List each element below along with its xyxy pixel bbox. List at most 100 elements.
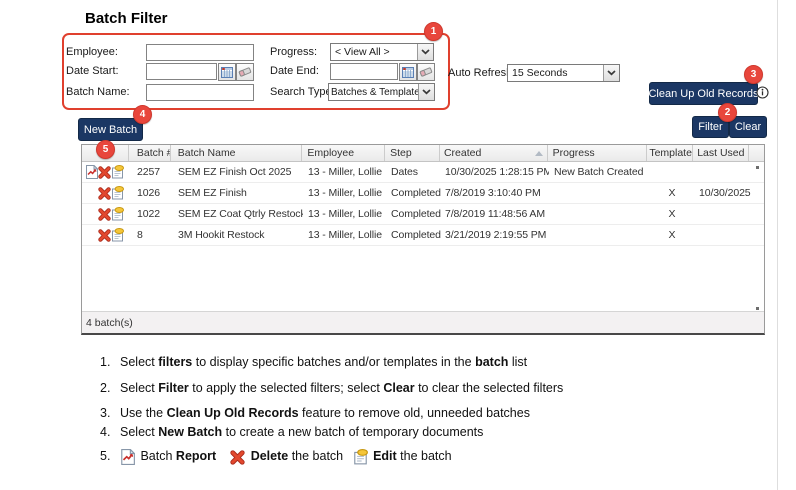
delete-icon: [230, 450, 245, 465]
auto-refresh-select-value: 15 Seconds: [508, 67, 603, 79]
date-start-eraser-icon[interactable]: [236, 63, 254, 81]
info-icon[interactable]: [756, 86, 769, 104]
column-header-step[interactable]: Step: [385, 145, 440, 161]
batch-name-label: Batch Name:: [66, 86, 130, 98]
instruction-item-2: 2.Select Filter to apply the selected fi…: [100, 381, 563, 395]
cell-batch-no: 8: [129, 229, 171, 241]
instruction-text-bold: New Batch: [158, 425, 222, 439]
edit-icon[interactable]: [111, 165, 124, 179]
chevron-down-icon[interactable]: [417, 44, 433, 60]
delete-icon[interactable]: [98, 228, 111, 242]
annotation-badge-4: 4: [133, 105, 152, 124]
progress-label: Progress:: [270, 46, 317, 58]
empty-icon-slot: [85, 228, 98, 242]
cell-step: Completed: [386, 229, 441, 241]
cell-employee: 13 - Miller, Lollie: [303, 229, 386, 241]
delete-icon[interactable]: [98, 186, 111, 200]
instruction-number: 5.: [100, 449, 120, 463]
table-row[interactable]: 1026SEM EZ Finish13 - Miller, LollieComp…: [82, 183, 764, 204]
column-header-created[interactable]: Created: [440, 145, 548, 161]
auto-refresh-select[interactable]: 15 Seconds: [507, 64, 620, 82]
search-type-label: Search Type:: [270, 86, 335, 98]
instruction-text: the batch: [288, 449, 346, 463]
employee-input[interactable]: [146, 44, 254, 61]
instruction-text-bold: Delete: [251, 449, 289, 463]
empty-icon-slot: [85, 207, 98, 221]
table-body: 2257SEM EZ Finish Oct 202513 - Miller, L…: [82, 162, 764, 246]
row-action-icons: [82, 165, 129, 179]
chevron-down-icon[interactable]: [603, 65, 619, 81]
scrollbar-strip[interactable]: [749, 145, 764, 161]
cell-created: 3/21/2019 2:19:55 PM: [441, 229, 549, 241]
instruction-text: Batch: [137, 449, 176, 463]
edit-icon: [353, 449, 368, 465]
report-icon: [120, 449, 135, 465]
cell-template: X: [649, 208, 695, 220]
date-end-calendar-icon[interactable]: [399, 63, 417, 81]
row-action-icons: [82, 186, 129, 200]
table-status-bar: 4 batch(s): [82, 311, 764, 333]
cell-batch-no: 1022: [129, 208, 171, 220]
edit-icon[interactable]: [111, 207, 124, 221]
instruction-item-4: 4.Select New Batch to create a new batch…: [100, 425, 483, 439]
table-row[interactable]: 83M Hookit Restock13 - Miller, LollieCom…: [82, 225, 764, 246]
table-row[interactable]: 2257SEM EZ Finish Oct 202513 - Miller, L…: [82, 162, 764, 183]
search-type-select[interactable]: Batches & Templates: [328, 83, 435, 101]
cell-progress: New Batch Created: [549, 166, 649, 178]
sort-ascending-icon: [535, 147, 543, 159]
instruction-text-bold: filters: [158, 355, 192, 369]
edit-icon[interactable]: [111, 186, 124, 200]
instruction-number: 4.: [100, 425, 120, 439]
clean-up-old-records-button[interactable]: Clean Up Old Records: [649, 82, 758, 105]
new-batch-button[interactable]: New Batch: [78, 118, 143, 141]
scroll-up-arrow[interactable]: [756, 166, 759, 169]
delete-icon[interactable]: [98, 165, 111, 179]
delete-icon[interactable]: [98, 207, 111, 221]
table-row[interactable]: 1022SEM EZ Coat Qtrly Restock13 - Miller…: [82, 204, 764, 225]
instruction-text: to clear the selected filters: [415, 381, 564, 395]
edit-icon[interactable]: [111, 228, 124, 242]
instruction-text: to display specific batches and/or templ…: [192, 355, 475, 369]
column-header-batch-[interactable]: Batch #: [129, 145, 171, 161]
cell-created: 7/8/2019 3:10:40 PM: [441, 187, 549, 199]
page-edge-divider: [777, 0, 778, 490]
cell-last-used: 10/30/2025: [695, 187, 751, 199]
employee-label: Employee:: [66, 46, 118, 58]
date-start-label: Date Start:: [66, 65, 119, 77]
annotation-badge-5: 5: [96, 140, 115, 159]
report-icon[interactable]: [85, 165, 98, 179]
progress-select[interactable]: < View All >: [330, 43, 434, 61]
column-header-progress[interactable]: Progress: [548, 145, 648, 161]
annotation-badge-3: 3: [744, 65, 763, 84]
date-end-input[interactable]: [330, 63, 398, 80]
empty-icon-slot: [85, 186, 98, 200]
row-action-icons: [82, 207, 129, 221]
instruction-text: to create a new batch of temporary docum…: [222, 425, 483, 439]
date-start-input[interactable]: [146, 63, 217, 80]
cell-batch-no: 2257: [129, 166, 171, 178]
column-header-last-used[interactable]: Last Used: [693, 145, 749, 161]
cell-name: SEM EZ Coat Qtrly Restock: [171, 208, 303, 220]
instruction-text: the batch: [397, 449, 452, 463]
column-header-batch-name[interactable]: Batch Name: [171, 145, 303, 161]
chevron-down-icon[interactable]: [418, 84, 434, 100]
instruction-item-5: 5. Batch Report Delete the batch Edit th…: [100, 449, 452, 463]
cell-name: 3M Hookit Restock: [171, 229, 303, 241]
table-header-row: Batch #Batch NameEmployeeStepCreatedProg…: [82, 145, 764, 162]
date-start-calendar-icon[interactable]: [218, 63, 236, 81]
instruction-text: to apply the selected filters; select: [189, 381, 384, 395]
scroll-down-arrow[interactable]: [756, 307, 759, 310]
instruction-text-bold: Clear: [383, 381, 414, 395]
cell-template: X: [649, 187, 695, 199]
clear-button[interactable]: Clear: [729, 116, 767, 138]
annotation-badge-1: 1: [424, 22, 443, 41]
instruction-text-bold: Report: [176, 449, 216, 463]
column-header-template[interactable]: Template: [647, 145, 693, 161]
instruction-text-bold: Clean Up Old Records: [167, 406, 299, 420]
column-header-employee[interactable]: Employee: [302, 145, 385, 161]
row-action-icons: [82, 228, 129, 242]
instruction-text: Use the: [120, 406, 167, 420]
batch-name-input[interactable]: [146, 84, 254, 101]
batch-count-label: 4 batch(s): [82, 317, 133, 329]
date-end-eraser-icon[interactable]: [417, 63, 435, 81]
